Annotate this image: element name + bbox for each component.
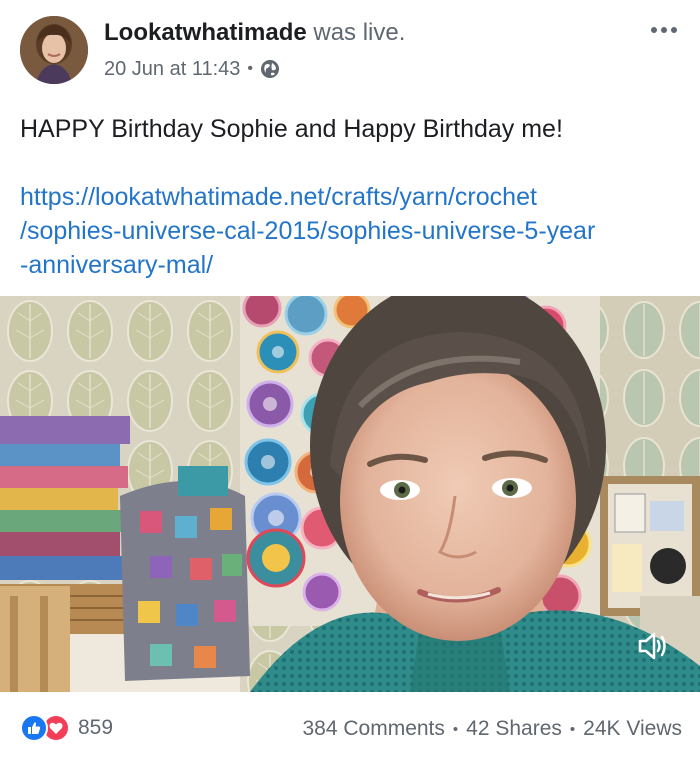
comments-count[interactable]: 384 Comments [302, 717, 444, 741]
stats-separator: • [569, 720, 576, 738]
meta-separator: • [247, 60, 254, 77]
author-name[interactable]: Lookatwhatimade [104, 19, 307, 46]
views-count[interactable]: 24K Views [583, 717, 682, 741]
post-footer: 859 384 Comments • 42 Shares • 24K Views [0, 700, 700, 758]
shares-count[interactable]: 42 Shares [466, 717, 562, 741]
post-link[interactable]: https://lookatwhatimade.net/crafts/yarn/… [20, 180, 680, 282]
post-link-line-3[interactable]: -anniversary-mal/ [20, 248, 680, 282]
author-line: Lookatwhatimade was live. [104, 18, 405, 48]
post-text: HAPPY Birthday Sophie and Happy Birthday… [20, 115, 563, 143]
speaker-muted-icon[interactable] [634, 628, 670, 664]
reactions-summary[interactable]: 859 [20, 714, 113, 742]
post-link-line-1[interactable]: https://lookatwhatimade.net/crafts/yarn/… [20, 180, 680, 214]
post-link-line-2[interactable]: /sophies-universe-cal-2015/sophies-unive… [20, 214, 680, 248]
post-date[interactable]: 20 Jun at 11:43 [104, 56, 240, 82]
live-video-thumbnail[interactable] [0, 296, 700, 692]
author-status: was live. [313, 19, 406, 46]
more-options-icon[interactable] [644, 18, 684, 42]
like-icon [20, 714, 48, 742]
author-avatar[interactable] [20, 16, 88, 84]
reaction-count: 859 [78, 716, 114, 739]
post-stats: 384 Comments • 42 Shares • 24K Views [302, 717, 682, 741]
video-frame [0, 296, 700, 692]
globe-icon[interactable] [260, 59, 280, 79]
post-meta: 20 Jun at 11:43 • [104, 56, 280, 82]
stats-separator: • [452, 720, 459, 738]
post-header: Lookatwhatimade was live. 20 Jun at 11:4… [0, 0, 700, 96]
